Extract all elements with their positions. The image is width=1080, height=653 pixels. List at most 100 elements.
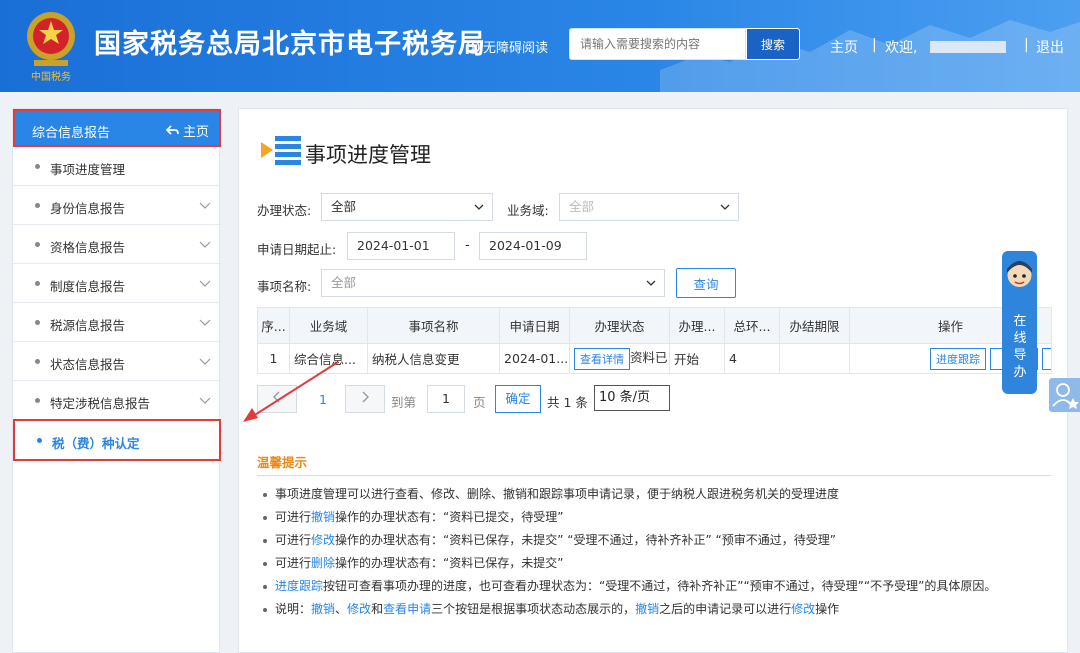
user-service-icon[interactable] — [1049, 378, 1080, 412]
goto-label: 到第 — [391, 395, 417, 410]
guide-label: 在线导办 — [1013, 314, 1027, 380]
tip-text: 、 — [335, 602, 348, 616]
sidebar-item-label: 特定涉税信息报告 — [50, 396, 151, 411]
chevron-down-icon — [474, 204, 484, 210]
domain-select[interactable]: 全部 — [559, 193, 739, 221]
tip-keyword: 撤销 — [311, 510, 336, 524]
total-count: 共 1 条 — [547, 395, 588, 410]
tip-text: 之后的申请记录可以进行 — [659, 602, 792, 616]
list-title-icon — [261, 136, 301, 165]
table-row: 1 综合信息... 纳税人信息变更 2024-01... 查看详情 资料已 开始 … — [257, 343, 1052, 374]
domain-filter-label: 业务域: — [507, 203, 549, 218]
page-title: 事项进度管理 — [305, 143, 431, 167]
table-header-row: 序... 业务域 事项名称 申请日期 办理状态 办理... 总环... 办结期限… — [257, 307, 1052, 344]
status-select[interactable]: 全部 — [321, 193, 493, 221]
page-number-input[interactable]: 1 — [427, 385, 465, 413]
sidebar-item-label: 资格信息报告 — [50, 240, 126, 255]
bullet-icon — [35, 164, 40, 169]
progress-table: 序... 业务域 事项名称 申请日期 办理状态 办理... 总环... 办结期限… — [257, 307, 1052, 374]
tip-text: 操作 — [815, 602, 840, 616]
date-range-label: 申请日期起止: — [257, 242, 337, 257]
tip-keyword: 进度跟踪 — [275, 579, 324, 593]
tip-keyword: 修改 — [791, 602, 816, 616]
chevron-down-icon — [199, 319, 211, 326]
sidebar-item-status[interactable]: 状态信息报告 — [13, 342, 221, 381]
prev-page-button[interactable] — [257, 385, 297, 413]
current-page[interactable]: 1 — [319, 392, 327, 407]
sidebar-item-qualification[interactable]: 资格信息报告 — [13, 225, 221, 264]
sidebar-item-identity[interactable]: 身份信息报告 — [13, 186, 221, 225]
tip-keyword: 修改 — [311, 533, 336, 547]
end-date-input[interactable]: 2024-01-09 — [479, 232, 587, 260]
tip-keyword: 撤销 — [311, 602, 336, 616]
accessibility-link[interactable]: 无障碍阅读 — [466, 37, 548, 56]
chevron-down-icon — [199, 202, 211, 209]
chevron-left-icon — [273, 391, 280, 403]
search-input[interactable] — [569, 28, 746, 60]
main-panel: 事项进度管理 办理状态: 全部 业务域: 全部 申请日期起止: 2024-01-… — [238, 108, 1068, 653]
logout-link[interactable]: 退出 — [1036, 37, 1064, 57]
page-size-select[interactable]: 10 条/页 — [594, 385, 670, 411]
tip-keyword: 查看申请 — [383, 602, 432, 616]
tip-text: 说明： — [275, 602, 312, 616]
online-guide-widget[interactable]: 在线导办 — [1002, 251, 1037, 394]
chevron-down-icon — [199, 358, 211, 365]
bullet-icon — [35, 359, 40, 364]
tip-item: 可进行撤销操作的办理状态有：“资料已提交，待受理” — [259, 506, 1051, 529]
item-name-select[interactable]: 全部 — [321, 269, 665, 297]
bullet-icon — [35, 242, 40, 247]
status-select-value: 全部 — [331, 199, 357, 214]
end-date-value: 2024-01-09 — [489, 238, 562, 253]
next-page-button[interactable] — [345, 385, 385, 413]
cell-total: 4 — [724, 343, 780, 374]
cell-deadline — [779, 343, 850, 374]
bullet-icon — [37, 438, 42, 443]
sidebar-item-specific-tax[interactable]: 特定涉税信息报告 — [13, 381, 221, 420]
sidebar-home-link[interactable]: 主页 — [165, 121, 209, 140]
tips-divider — [257, 475, 1051, 476]
bullet-icon — [35, 281, 40, 286]
cell-item-name: 纳税人信息变更 — [367, 343, 500, 374]
col-item-name: 事项名称 — [367, 307, 500, 344]
goto-confirm-button[interactable]: 确定 — [495, 385, 541, 413]
chevron-right-icon — [362, 391, 369, 403]
accessibility-label: 无障碍阅读 — [483, 41, 549, 56]
sidebar-header[interactable]: 综合信息报告 主页 — [13, 109, 221, 147]
start-date-input[interactable]: 2024-01-01 — [347, 232, 455, 260]
cell-status: 查看详情 资料已 — [569, 343, 670, 374]
search-button[interactable]: 搜索 — [746, 28, 800, 60]
tip-keyword: 删除 — [311, 556, 336, 570]
cell-domain: 综合信息... — [289, 343, 368, 374]
bullet-icon — [35, 320, 40, 325]
tip-item: 说明：撤销、修改和查看申请三个按钮是根据事项状态动态展示的，撤销之后的申请记录可… — [259, 598, 1051, 621]
sidebar-item-label: 状态信息报告 — [50, 357, 126, 372]
col-stage: 办理... — [669, 307, 725, 344]
welcome-text: 欢迎, — [885, 40, 918, 56]
track-progress-button[interactable]: 进度跟踪 — [930, 347, 986, 370]
nav-separator: | — [872, 37, 877, 53]
sidebar-item-progress[interactable]: 事项进度管理 — [13, 147, 221, 186]
chevron-down-icon — [646, 280, 656, 286]
national-emblem-icon: 中国税务 — [27, 12, 75, 83]
sidebar-item-label: 事项进度管理 — [50, 162, 126, 177]
tip-text: 操作的办理状态有：“资料已保存，未提交” — [335, 556, 564, 570]
col-deadline: 办结期限 — [779, 307, 850, 344]
tips-title: 温馨提示 — [257, 455, 308, 470]
tip-item: 可进行修改操作的办理状态有：“资料已保存，未提交” “受理不通过，待补齐补正” … — [259, 529, 1051, 552]
query-button[interactable]: 查询 — [676, 268, 736, 298]
username-redacted — [930, 41, 1006, 53]
tip-text: 按钮可查看事项办理的进度，也可查看办理状态为：“受理不通过，待补齐补正”“预审不… — [323, 579, 997, 593]
back-arrow-icon — [165, 125, 179, 135]
guide-robot-icon — [1007, 261, 1032, 287]
accessibility-icon — [466, 39, 480, 54]
delete-button[interactable]: 删除 — [1041, 347, 1051, 370]
page-unit-label: 页 — [473, 395, 486, 410]
sidebar-item-tax-type-identification[interactable]: 税（费）种认定 — [13, 419, 221, 461]
cell-date: 2024-01... — [499, 343, 570, 374]
tips-list: 事项进度管理可以进行查看、修改、删除、撤销和跟踪事项申请记录，便于纳税人跟进税务… — [259, 483, 1051, 621]
cell-seq: 1 — [257, 343, 290, 374]
sidebar-item-system[interactable]: 制度信息报告 — [13, 264, 221, 303]
nav-home-link[interactable]: 主页 — [830, 37, 858, 57]
sidebar-item-tax-source[interactable]: 税源信息报告 — [13, 303, 221, 342]
view-details-button[interactable]: 查看详情 — [574, 347, 630, 370]
